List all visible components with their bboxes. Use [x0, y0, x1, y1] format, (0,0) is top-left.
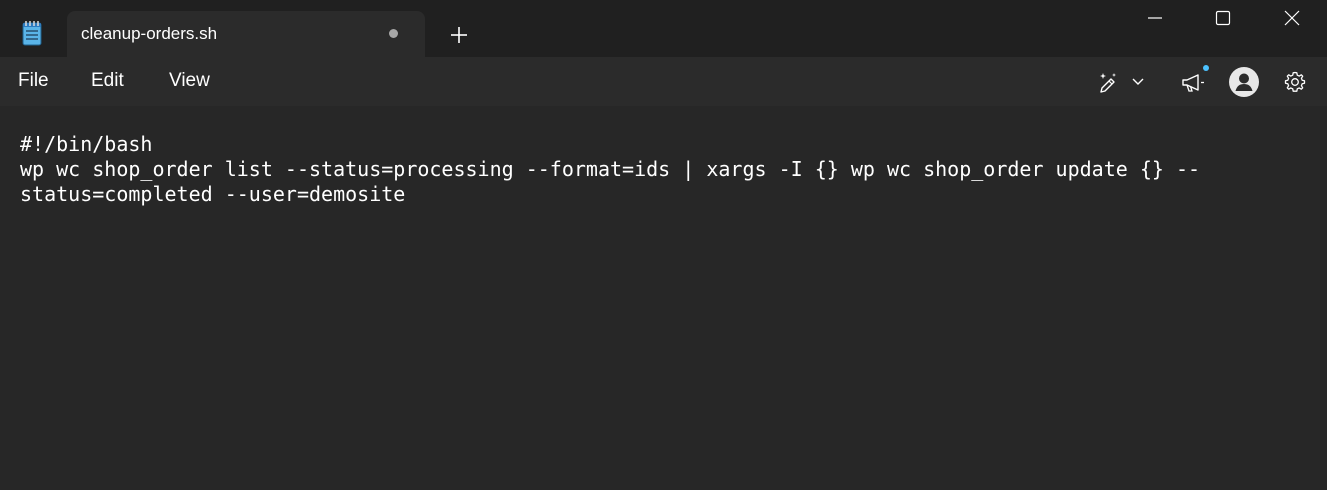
minimize-icon	[1148, 17, 1162, 19]
menu-view[interactable]: View	[169, 70, 210, 92]
menu-edit[interactable]: Edit	[91, 70, 124, 92]
unsaved-indicator-icon[interactable]	[389, 29, 398, 38]
editor-line: wp wc shop_order list --status=processin…	[20, 157, 1201, 181]
editor-line: #!/bin/bash	[20, 132, 153, 156]
chevron-down-icon	[1132, 78, 1144, 85]
close-button[interactable]	[1257, 0, 1327, 36]
copilot-pen-icon	[1100, 73, 1116, 93]
copilot-button[interactable]	[1092, 66, 1152, 98]
close-icon	[1284, 10, 1300, 26]
title-bar: cleanup-orders.sh	[0, 0, 1327, 57]
account-button[interactable]	[1228, 66, 1260, 98]
menu-bar: File Edit View	[0, 57, 1327, 106]
maximize-icon	[1215, 10, 1231, 26]
tab-cleanup-orders[interactable]: cleanup-orders.sh	[67, 11, 425, 57]
menu-file[interactable]: File	[18, 70, 49, 92]
gear-icon	[1284, 71, 1306, 92]
minimize-button[interactable]	[1120, 0, 1190, 36]
editor-line: status=completed --user=demosite	[20, 182, 406, 206]
tab-title: cleanup-orders.sh	[81, 24, 218, 43]
text-editor[interactable]: #!/bin/bash wp wc shop_order list --stat…	[0, 106, 1327, 490]
notepad-window: cleanup-orders.sh File Edit View #!/bin/…	[0, 0, 1327, 490]
maximize-button[interactable]	[1188, 0, 1258, 36]
notepad-app-icon	[22, 20, 42, 46]
megaphone-icon	[1182, 74, 1204, 92]
settings-button[interactable]	[1281, 66, 1311, 98]
notification-dot-icon	[1203, 65, 1209, 71]
account-icon	[1229, 67, 1259, 97]
editor-content[interactable]: #!/bin/bash wp wc shop_order list --stat…	[20, 132, 1200, 207]
whats-new-button[interactable]	[1176, 65, 1212, 98]
new-tab-plus-icon[interactable]	[448, 24, 470, 46]
